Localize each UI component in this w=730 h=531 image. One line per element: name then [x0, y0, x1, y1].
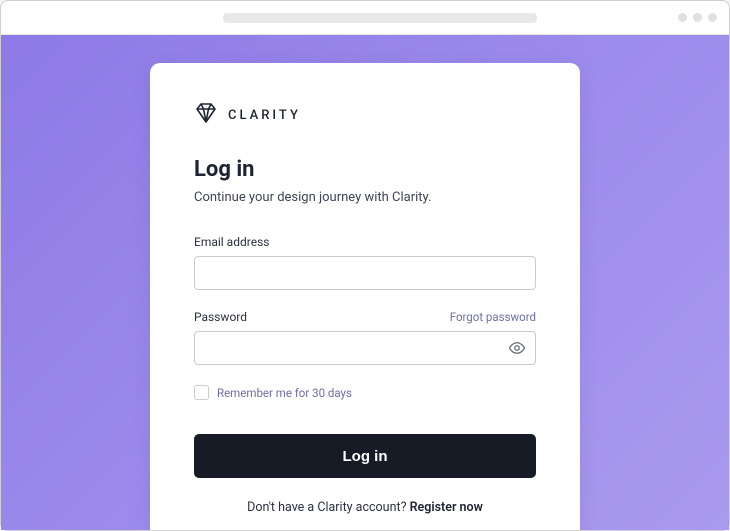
login-card: CLARITY Log in Continue your design jour… — [150, 63, 580, 530]
browser-window: CLARITY Log in Continue your design jour… — [0, 0, 730, 531]
password-field[interactable] — [194, 331, 536, 365]
window-control-dot[interactable] — [708, 13, 717, 22]
signup-prompt: Don't have a Clarity account? Register n… — [194, 500, 536, 515]
email-label: Email address — [194, 235, 269, 249]
url-bar[interactable] — [223, 13, 537, 23]
window-control-dot[interactable] — [678, 13, 687, 22]
forgot-password-link[interactable]: Forgot password — [450, 310, 536, 324]
page-subtitle: Continue your design journey with Clarit… — [194, 190, 536, 205]
diamond-icon — [194, 101, 218, 129]
register-link[interactable]: Register now — [410, 500, 483, 515]
page-title: Log in — [194, 157, 536, 182]
password-label: Password — [194, 310, 247, 324]
window-controls — [678, 13, 717, 22]
remember-checkbox[interactable] — [194, 385, 209, 400]
eye-icon[interactable] — [508, 339, 526, 357]
email-field[interactable] — [194, 256, 536, 290]
login-button[interactable]: Log in — [194, 434, 536, 478]
browser-toolbar — [1, 1, 729, 35]
window-control-dot[interactable] — [693, 13, 702, 22]
page-viewport: CLARITY Log in Continue your design jour… — [1, 35, 729, 530]
signup-prompt-text: Don't have a Clarity account? — [247, 500, 409, 515]
remember-label: Remember me for 30 days — [217, 386, 352, 400]
brand-name: CLARITY — [228, 108, 301, 123]
brand: CLARITY — [194, 101, 536, 129]
